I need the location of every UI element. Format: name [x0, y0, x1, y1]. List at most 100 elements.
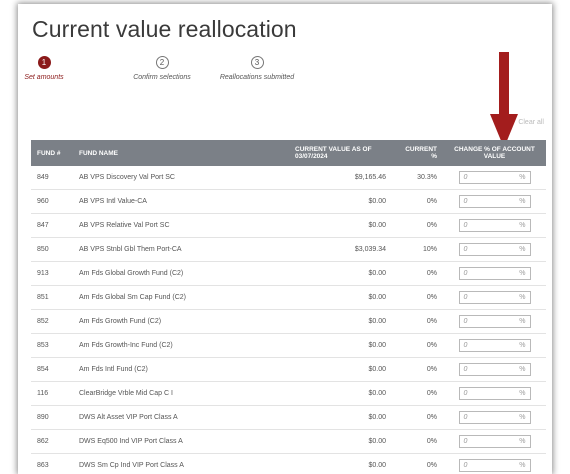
change-percent-header: CHANGE % OF ACCOUNT VALUE — [443, 140, 546, 166]
change-percent-input[interactable]: 0% — [459, 363, 531, 376]
step-label: Set amounts — [22, 74, 66, 81]
change-percent-input[interactable]: 0% — [459, 387, 531, 400]
change-percent-cell: 0% — [443, 358, 546, 382]
current-value-cell: $0.00 — [289, 358, 392, 382]
change-percent-cell: 0% — [443, 406, 546, 430]
change-percent-value: 0 — [464, 270, 468, 277]
change-percent-cell: 0% — [443, 166, 546, 190]
step-label: Confirm selections — [124, 74, 200, 81]
fund-name-cell: AB VPS Intl Value-CA — [73, 190, 289, 214]
current-percent-cell: 10% — [392, 238, 443, 262]
fund-name-cell: AB VPS Discovery Val Port SC — [73, 166, 289, 190]
step-set-amounts: 1 Set amounts — [22, 56, 66, 81]
fund-number-cell: 854 — [31, 358, 73, 382]
percent-suffix: % — [519, 198, 525, 205]
down-arrow-icon — [490, 52, 518, 150]
change-percent-cell: 0% — [443, 454, 546, 474]
fund-number-cell: 849 — [31, 166, 73, 190]
change-percent-input[interactable]: 0% — [459, 171, 531, 184]
current-percent-cell: 0% — [392, 382, 443, 406]
fund-number-cell: 847 — [31, 214, 73, 238]
current-percent-cell: 0% — [392, 454, 443, 474]
fund-number-header: FUND # — [31, 140, 73, 166]
percent-suffix: % — [519, 414, 525, 421]
percent-suffix: % — [519, 342, 525, 349]
change-percent-cell: 0% — [443, 382, 546, 406]
change-percent-cell: 0% — [443, 214, 546, 238]
change-percent-value: 0 — [464, 342, 468, 349]
fund-name-cell: Am Fds Global Growth Fund (C2) — [73, 262, 289, 286]
fund-name-cell: ClearBridge Vrble Mid Cap C I — [73, 382, 289, 406]
page-title: Current value reallocation — [32, 16, 297, 43]
step-label: Reallocations submitted — [212, 74, 302, 81]
change-percent-value: 0 — [464, 222, 468, 229]
table-row: 853Am Fds Growth-Inc Fund (C2)$0.000%0% — [31, 334, 546, 358]
change-percent-input[interactable]: 0% — [459, 315, 531, 328]
step-number: 2 — [156, 56, 169, 69]
change-percent-cell: 0% — [443, 334, 546, 358]
fund-name-cell: DWS Eq500 Ind VIP Port Class A — [73, 430, 289, 454]
change-percent-value: 0 — [464, 174, 468, 181]
table-row: 854Am Fds Intl Fund (C2)$0.000%0% — [31, 358, 546, 382]
table-row: 851Am Fds Global Sm Cap Fund (C2)$0.000%… — [31, 286, 546, 310]
fund-number-cell: 850 — [31, 238, 73, 262]
change-percent-input[interactable]: 0% — [459, 459, 531, 472]
percent-suffix: % — [519, 366, 525, 373]
change-percent-value: 0 — [464, 366, 468, 373]
change-percent-cell: 0% — [443, 310, 546, 334]
table-row: 847AB VPS Relative Val Port SC$0.000%0% — [31, 214, 546, 238]
fund-number-cell: 851 — [31, 286, 73, 310]
current-percent-header: CURRENT % — [392, 140, 443, 166]
current-percent-cell: 0% — [392, 430, 443, 454]
table-row: 890DWS Alt Asset VIP Port Class A$0.000%… — [31, 406, 546, 430]
change-percent-value: 0 — [464, 390, 468, 397]
table-row: 116ClearBridge Vrble Mid Cap C I$0.000%0… — [31, 382, 546, 406]
change-percent-input[interactable]: 0% — [459, 339, 531, 352]
change-percent-input[interactable]: 0% — [459, 291, 531, 304]
fund-number-cell: 890 — [31, 406, 73, 430]
change-percent-cell: 0% — [443, 238, 546, 262]
change-percent-cell: 0% — [443, 430, 546, 454]
current-value-cell: $0.00 — [289, 286, 392, 310]
current-value-cell: $0.00 — [289, 382, 392, 406]
percent-suffix: % — [519, 246, 525, 253]
table-row: 862DWS Eq500 Ind VIP Port Class A$0.000%… — [31, 430, 546, 454]
step-number: 3 — [251, 56, 264, 69]
current-value-header: CURRENT VALUE AS OF 03/07/2024 — [289, 140, 392, 166]
current-percent-cell: 0% — [392, 334, 443, 358]
change-percent-value: 0 — [464, 414, 468, 421]
current-percent-cell: 30.3% — [392, 166, 443, 190]
fund-number-cell: 853 — [31, 334, 73, 358]
reallocation-panel: Current value reallocation 1 Set amounts… — [18, 4, 552, 474]
current-percent-cell: 0% — [392, 358, 443, 382]
current-percent-cell: 0% — [392, 310, 443, 334]
change-percent-input[interactable]: 0% — [459, 267, 531, 280]
fund-number-cell: 913 — [31, 262, 73, 286]
current-value-cell: $0.00 — [289, 262, 392, 286]
current-percent-cell: 0% — [392, 406, 443, 430]
change-percent-input[interactable]: 0% — [459, 219, 531, 232]
change-percent-value: 0 — [464, 438, 468, 445]
percent-suffix: % — [519, 222, 525, 229]
current-value-cell: $0.00 — [289, 334, 392, 358]
clear-all-link[interactable]: Clear all — [518, 119, 544, 126]
table-row: 960AB VPS Intl Value-CA$0.000%0% — [31, 190, 546, 214]
current-value-cell: $3,039.34 — [289, 238, 392, 262]
table-header-row: FUND # FUND NAME CURRENT VALUE AS OF 03/… — [31, 140, 546, 166]
current-value-cell: $0.00 — [289, 214, 392, 238]
change-percent-input[interactable]: 0% — [459, 435, 531, 448]
current-percent-cell: 0% — [392, 262, 443, 286]
change-percent-input[interactable]: 0% — [459, 243, 531, 256]
change-percent-value: 0 — [464, 246, 468, 253]
current-value-cell: $0.00 — [289, 454, 392, 474]
table-row: 850AB VPS Stnbl Gbl Them Port-CA$3,039.3… — [31, 238, 546, 262]
change-percent-cell: 0% — [443, 190, 546, 214]
current-percent-cell: 0% — [392, 286, 443, 310]
change-percent-input[interactable]: 0% — [459, 411, 531, 424]
fund-number-cell: 960 — [31, 190, 73, 214]
current-value-cell: $0.00 — [289, 430, 392, 454]
fund-name-cell: AB VPS Stnbl Gbl Them Port-CA — [73, 238, 289, 262]
change-percent-input[interactable]: 0% — [459, 195, 531, 208]
table-row: 913Am Fds Global Growth Fund (C2)$0.000%… — [31, 262, 546, 286]
table-row: 863DWS Sm Cp Ind VIP Port Class A$0.000%… — [31, 454, 546, 474]
